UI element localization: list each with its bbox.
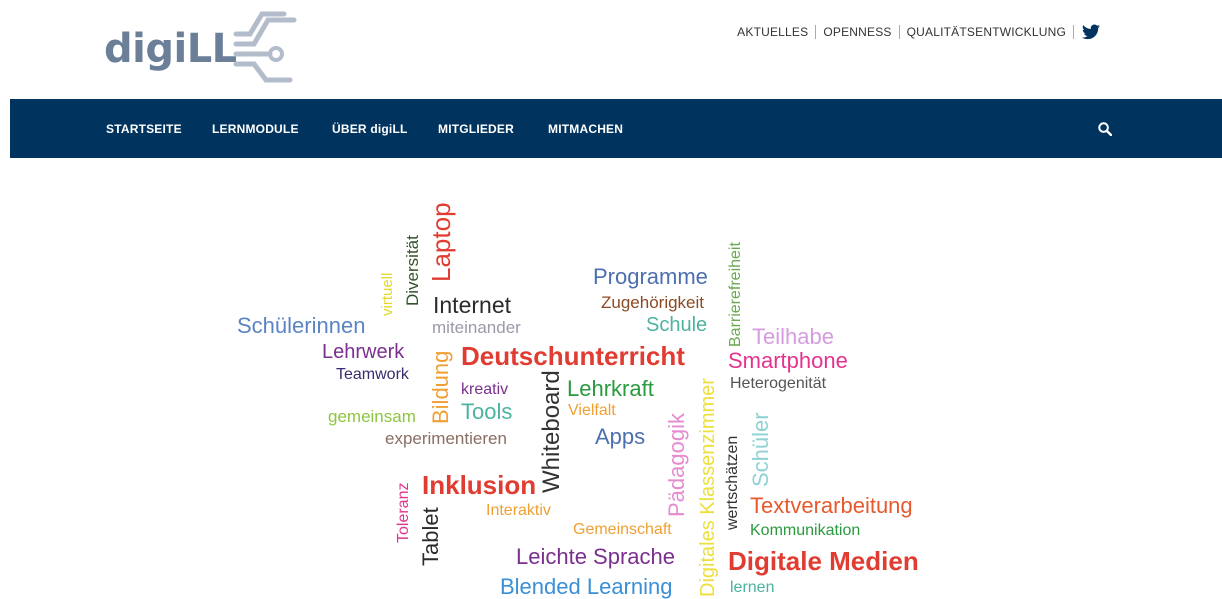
word-heterogenitaet: Heterogenität: [730, 375, 827, 392]
word-programme: Programme: [593, 264, 708, 289]
search-icon[interactable]: [1098, 122, 1112, 136]
word-internet: Internet: [433, 292, 511, 318]
word-gemeinschaft: Gemeinschaft: [573, 521, 672, 538]
word-blended-learning: Blended Learning: [500, 574, 673, 599]
word-laptop: Laptop: [426, 202, 456, 282]
word-apps: Apps: [595, 424, 646, 449]
topnav-divider: [815, 25, 817, 39]
nav-mitmachen[interactable]: MITMACHEN: [548, 122, 623, 136]
topnav-openness[interactable]: OPENNESS: [823, 25, 891, 39]
word-toleranz: Toleranz: [395, 482, 412, 543]
topnav-divider: [898, 25, 900, 39]
logo-text: digiLL: [104, 26, 237, 72]
word-whiteboard: Whiteboard: [538, 370, 565, 493]
word-lehrkraft: Lehrkraft: [567, 376, 654, 401]
word-digitale-medien: Digitale Medien: [728, 546, 919, 576]
word-schuelerinnen: Schülerinnen: [237, 313, 366, 338]
word-lernen: lernen: [730, 579, 775, 596]
word-bildung: Bildung: [428, 350, 453, 424]
word-teamwork: Teamwork: [336, 366, 409, 383]
nav-ueber-digill[interactable]: ÜBER digiLL: [332, 122, 408, 136]
nav-lernmodule[interactable]: LERNMODULE: [212, 122, 299, 136]
word-kommunikation: Kommunikation: [750, 522, 861, 539]
word-tablet: Tablet: [418, 507, 443, 566]
word-deutschunterricht: Deutschunterricht: [461, 341, 685, 371]
word-lehrwerk: Lehrwerk: [322, 341, 405, 363]
word-barrierefreiheit: Barrierefreiheit: [727, 242, 744, 347]
nav-startseite[interactable]: STARTSEITE: [106, 122, 182, 136]
word-miteinander: miteinander: [432, 318, 521, 337]
word-gemeinsam: gemeinsam: [328, 407, 416, 426]
top-nav: AKTUELLES OPENNESS QUALITÄTSENTWICKLUNG: [700, 24, 1100, 40]
word-leichte-sprache: Leichte Sprache: [516, 544, 675, 569]
word-digitales-klassenzimmer: Digitales Klassenzimmer: [697, 378, 719, 597]
word-paedagogik: Pädagogik: [664, 413, 689, 517]
topnav-aktuelles[interactable]: AKTUELLES: [737, 25, 808, 39]
word-experimentieren: experimentieren: [385, 429, 507, 448]
word-inklusion: Inklusion: [422, 470, 537, 500]
word-wertschaetzen: wertschätzen: [724, 435, 741, 530]
word-virtuell: virtuell: [379, 272, 396, 316]
word-schule: Schule: [646, 314, 708, 336]
digill-logo[interactable]: digiLL: [104, 10, 304, 88]
word-interaktiv: Interaktiv: [486, 502, 551, 519]
topnav-divider: [1073, 25, 1074, 39]
word-cloud: Laptop Diversität virtuell Internet Schü…: [0, 170, 1222, 599]
word-schueler: Schüler: [748, 412, 773, 487]
word-teilhabe: Teilhabe: [752, 324, 834, 349]
nav-mitglieder[interactable]: MITGLIEDER: [438, 122, 514, 136]
main-nav: STARTSEITE LERNMODULE ÜBER digiLL MITGLI…: [10, 99, 1222, 158]
word-textverarbeitung: Textverarbeitung: [750, 493, 913, 518]
word-kreativ: kreativ: [461, 381, 509, 398]
word-tools: Tools: [461, 399, 513, 424]
twitter-icon[interactable]: [1082, 24, 1100, 40]
word-vielfalt: Vielfalt: [568, 402, 616, 419]
topnav-qualitaetsentwicklung[interactable]: QUALITÄTSENTWICKLUNG: [907, 25, 1066, 39]
circuit-lines-icon: [233, 11, 297, 83]
site-header: digiLL AKTUELLES OPENNESS QUALITÄTSENTWI…: [0, 0, 1222, 100]
word-smartphone: Smartphone: [728, 348, 848, 373]
word-zugehoerigkeit: Zugehörigkeit: [601, 293, 705, 312]
word-diversitaet: Diversität: [403, 235, 422, 306]
